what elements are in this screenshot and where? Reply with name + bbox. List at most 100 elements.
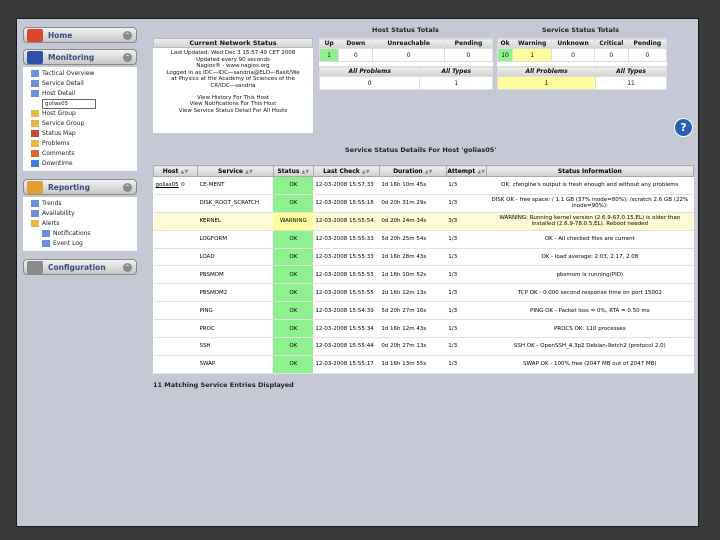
table-header-row: Host ▲▼ Service ▲▼ Status ▲▼ Last Check … (153, 165, 695, 177)
service-link[interactable]: CE-MENT (197, 176, 274, 195)
host-all-types-count: 1 (419, 76, 493, 90)
sidebar-item-service-group[interactable]: Service Group (23, 119, 137, 129)
service-link[interactable]: KERNEL (197, 212, 274, 231)
sidebar-item-status-map[interactable]: Status Map (23, 129, 137, 139)
col-service[interactable]: Service ▲▼ (196, 165, 274, 177)
col-unknown[interactable]: Unknown (551, 38, 595, 49)
host-totals-table: Up Down Unreachable Pending 1 0 0 0 All … (318, 38, 494, 90)
host-link[interactable]: golias05 ⚙ (153, 176, 198, 195)
collapse-icon[interactable]: ⌃ (123, 183, 132, 192)
col-pending[interactable]: Pending (443, 38, 494, 49)
service-link[interactable]: LOGFORM (197, 230, 274, 249)
service-link[interactable]: PBSMOM2 (197, 283, 274, 303)
service-link[interactable]: PING (197, 301, 274, 321)
sidebar-item-comments[interactable]: Comments (23, 149, 137, 159)
status-cell: OK (273, 265, 314, 285)
col-duration[interactable]: Duration ▲▼ (378, 165, 447, 177)
collapse-icon[interactable]: ⌃ (123, 31, 132, 40)
sidebar-item-downtime[interactable]: Downtime (23, 159, 137, 169)
folder-icon (31, 220, 39, 227)
host-all-problems-header[interactable]: All Problems (318, 66, 421, 77)
services-warning-count[interactable]: 1 (512, 48, 553, 62)
table-row: PBSMOM2 OK 12-03-2008 15:55:55 1d 16h 12… (153, 283, 694, 303)
col-status[interactable]: Status ▲▼ (272, 165, 314, 177)
collapse-icon[interactable]: ⌃ (123, 53, 132, 62)
service-link[interactable]: LOAD (197, 248, 274, 267)
collapse-icon[interactable]: ⌃ (123, 263, 132, 272)
duration-cell: 1d 16h 10m 45s (379, 176, 447, 195)
sidebar-item-host-detail[interactable]: Host Detail (23, 89, 137, 99)
sidebar-item-availability[interactable]: Availability (23, 209, 137, 219)
service-all-problems-count[interactable]: 1 (496, 76, 597, 90)
sort-arrows-icon[interactable]: ▲▼ (302, 169, 310, 175)
service-link[interactable]: PROC (197, 319, 274, 339)
services-critical-count: 0 (593, 48, 629, 62)
folder-icon (31, 110, 39, 117)
page-icon (31, 90, 39, 97)
service-link[interactable]: SSH (197, 337, 274, 356)
col-warning[interactable]: Warning (512, 38, 553, 49)
duration-cell: 1d 16h 12m 13s (379, 283, 447, 303)
host-search-input[interactable]: golias05 (42, 99, 96, 109)
sidebar-item-tactical-overview[interactable]: Tactical Overview (23, 69, 137, 79)
status-cell: OK (273, 301, 314, 321)
service-all-problems-header[interactable]: All Problems (496, 66, 597, 77)
col-down[interactable]: Down (338, 38, 374, 49)
col-last-check[interactable]: Last Check ▲▼ (312, 165, 380, 177)
sidebar-section-reporting[interactable]: Reporting ⌃ (23, 179, 137, 195)
status-info-cell: OK: cfengine's output is fresh enough an… (486, 176, 694, 195)
status-cell: OK (273, 248, 314, 267)
sidebar-item-alerts[interactable]: Alerts (23, 219, 137, 229)
sort-arrows-icon[interactable]: ▲▼ (180, 169, 188, 175)
service-link[interactable]: DISK_ROOT_SCRATCH (197, 194, 274, 213)
sidebar-item-problems[interactable]: Problems (23, 139, 137, 149)
status-info-cell: TCP OK - 0.000 second response time on p… (486, 283, 694, 303)
status-info-cell: OK - All checked files are current (486, 230, 694, 249)
table-row: golias05 ⚙ CE-MENT OK 12-03-2008 15:57:3… (153, 176, 694, 195)
col-attempt[interactable]: Attempt ▲▼ (445, 165, 487, 177)
sidebar-item-trends[interactable]: Trends (23, 199, 137, 209)
status-info-cell: WARNING: Running kernel version (2.6.9-6… (486, 212, 694, 231)
sidebar-section-monitoring[interactable]: Monitoring ⌃ (23, 49, 137, 65)
col-host[interactable]: Host ▲▼ (153, 165, 198, 177)
service-all-types-header[interactable]: All Types (595, 66, 667, 77)
col-pending[interactable]: Pending (627, 38, 668, 49)
link-host-notifications[interactable]: View Notifications For This Host (153, 101, 313, 108)
col-ok[interactable]: Ok (496, 38, 514, 49)
table-row: SSH OK 12-03-2008 15:55:44 0d 20h 27m 13… (153, 337, 694, 356)
attempt-cell: 1/3 (446, 265, 487, 285)
hosts-up-count[interactable]: 1 (318, 48, 340, 62)
sidebar-section-home[interactable]: Home ⌃ (23, 27, 137, 43)
sidebar-item-service-detail[interactable]: Service Detail (23, 79, 137, 89)
link-all-hosts-status[interactable]: View Service Status Detail For All Hosts (153, 108, 313, 115)
sort-arrows-icon[interactable]: ▲▼ (362, 169, 370, 175)
monitoring-label: Monitoring (48, 53, 95, 62)
sort-arrows-icon[interactable]: ▲▼ (245, 169, 253, 175)
services-ok-count[interactable]: 10 (496, 48, 514, 62)
service-link[interactable]: SWAP (197, 355, 274, 374)
last-check-cell: 12-03-2008 15:55:18 (313, 194, 380, 213)
sidebar-search-row: golias05 (23, 99, 137, 109)
sidebar-item-event-log[interactable]: Event Log (23, 239, 137, 249)
table-row: PBSMOM OK 12-03-2008 15:55:53 1d 16h 10m… (153, 265, 694, 285)
chart-icon (27, 181, 43, 194)
sort-arrows-icon[interactable]: ▲▼ (425, 169, 433, 175)
last-check-cell: 12-03-2008 15:55:54 (313, 212, 380, 231)
sidebar-item-notifications[interactable]: Notifications (23, 229, 137, 239)
duration-cell: 1d 16h 12m 43s (379, 319, 447, 339)
sort-arrows-icon[interactable]: ▲▼ (477, 169, 485, 175)
sidebar-item-host-group[interactable]: Host Group (23, 109, 137, 119)
col-up[interactable]: Up (318, 38, 340, 49)
sidebar-section-configuration[interactable]: Configuration ⌃ (23, 259, 137, 275)
status-info-cell: DISK OK - free space: / 1.1 GB (37% inod… (486, 194, 694, 213)
duration-cell: 1d 16h 28m 43s (379, 248, 447, 267)
host-cell (153, 355, 198, 374)
status-cell: OK (273, 355, 314, 374)
service-link[interactable]: PBSMOM (197, 265, 274, 285)
help-icon[interactable]: ? (674, 118, 693, 137)
status-cell: OK (273, 319, 314, 339)
host-all-types-header[interactable]: All Types (419, 66, 493, 77)
col-unreachable[interactable]: Unreachable (372, 38, 445, 49)
link-host-history[interactable]: View History For This Host (153, 95, 313, 102)
col-critical[interactable]: Critical (593, 38, 629, 49)
